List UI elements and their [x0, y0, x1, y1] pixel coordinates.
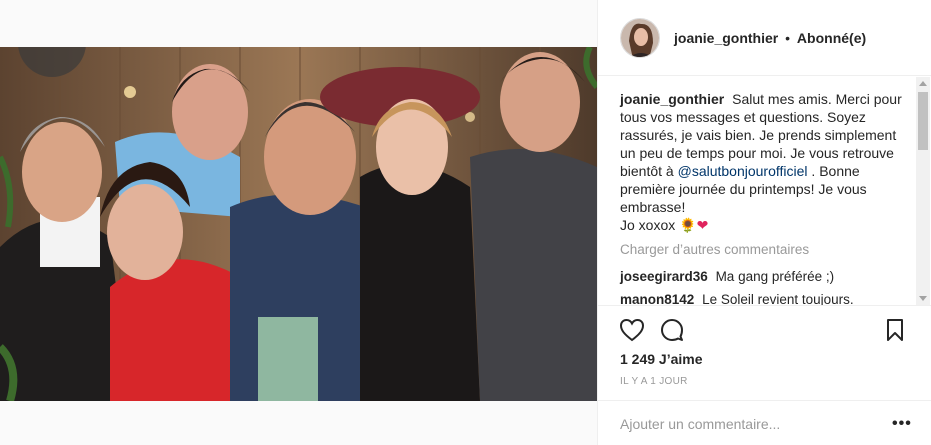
post-photo[interactable] — [0, 47, 597, 401]
like-button[interactable] — [619, 318, 645, 345]
comments-list[interactable]: joanie_gonthier Salut mes amis. Merci po… — [598, 77, 931, 305]
photo-pane — [0, 0, 597, 445]
add-comment-input[interactable] — [620, 413, 870, 435]
comment-username[interactable]: manon8142 — [620, 292, 694, 305]
caption-signoff: Jo xoxox — [620, 217, 676, 233]
group-photo-illustration — [0, 47, 597, 401]
post-timestamp: IL Y A 1 JOUR — [620, 376, 688, 387]
comment-button[interactable] — [660, 318, 684, 345]
caption-mention-link[interactable]: @salutbonjourofficiel — [678, 163, 808, 179]
heart-emoji-icon: ❤ — [696, 217, 709, 233]
comments-scrollbar[interactable] — [916, 77, 930, 305]
caption-username[interactable]: joanie_gonthier — [620, 91, 724, 107]
save-button[interactable] — [885, 318, 905, 345]
scrollbar-thumb[interactable] — [918, 92, 928, 150]
scroll-up-arrow-icon[interactable] — [919, 81, 927, 86]
post-header: joanie_gonthier • Abonné(e) — [598, 0, 931, 76]
more-options-icon[interactable]: ••• — [892, 415, 912, 433]
avatar-image-icon — [621, 18, 659, 57]
comment-item: manon8142 Le Soleil revient toujours. — [620, 292, 854, 305]
header-separator: • — [785, 29, 791, 46]
comment-text: Ma gang préférée ;) — [715, 269, 835, 284]
comment-username[interactable]: joseegirard36 — [620, 269, 708, 284]
sunflower-emoji-icon: 🌻 — [679, 217, 697, 233]
comment-text: Le Soleil revient toujours. — [702, 292, 854, 305]
load-more-comments-link[interactable]: Charger d’autres commentaires — [620, 242, 809, 257]
post-caption: joanie_gonthier Salut mes amis. Merci po… — [620, 90, 910, 234]
scroll-down-arrow-icon[interactable] — [919, 296, 927, 301]
likes-count[interactable]: 1 249 J’aime — [620, 351, 703, 367]
follow-status-button[interactable]: Abonné(e) — [797, 30, 866, 46]
comment-item: joseegirard36 Ma gang préférée ;) — [620, 269, 834, 284]
header-text: joanie_gonthier • Abonné(e) — [674, 30, 866, 46]
heart-icon — [619, 318, 645, 342]
header-username[interactable]: joanie_gonthier — [674, 30, 778, 46]
post-actions: 1 249 J’aime IL Y A 1 JOUR — [598, 305, 931, 400]
comment-bubble-icon — [661, 319, 683, 341]
add-comment-bar: ••• — [598, 400, 931, 445]
post-sidebar: joanie_gonthier • Abonné(e) joanie_gonth… — [597, 0, 931, 445]
avatar[interactable] — [620, 17, 660, 58]
bookmark-icon — [887, 319, 903, 341]
